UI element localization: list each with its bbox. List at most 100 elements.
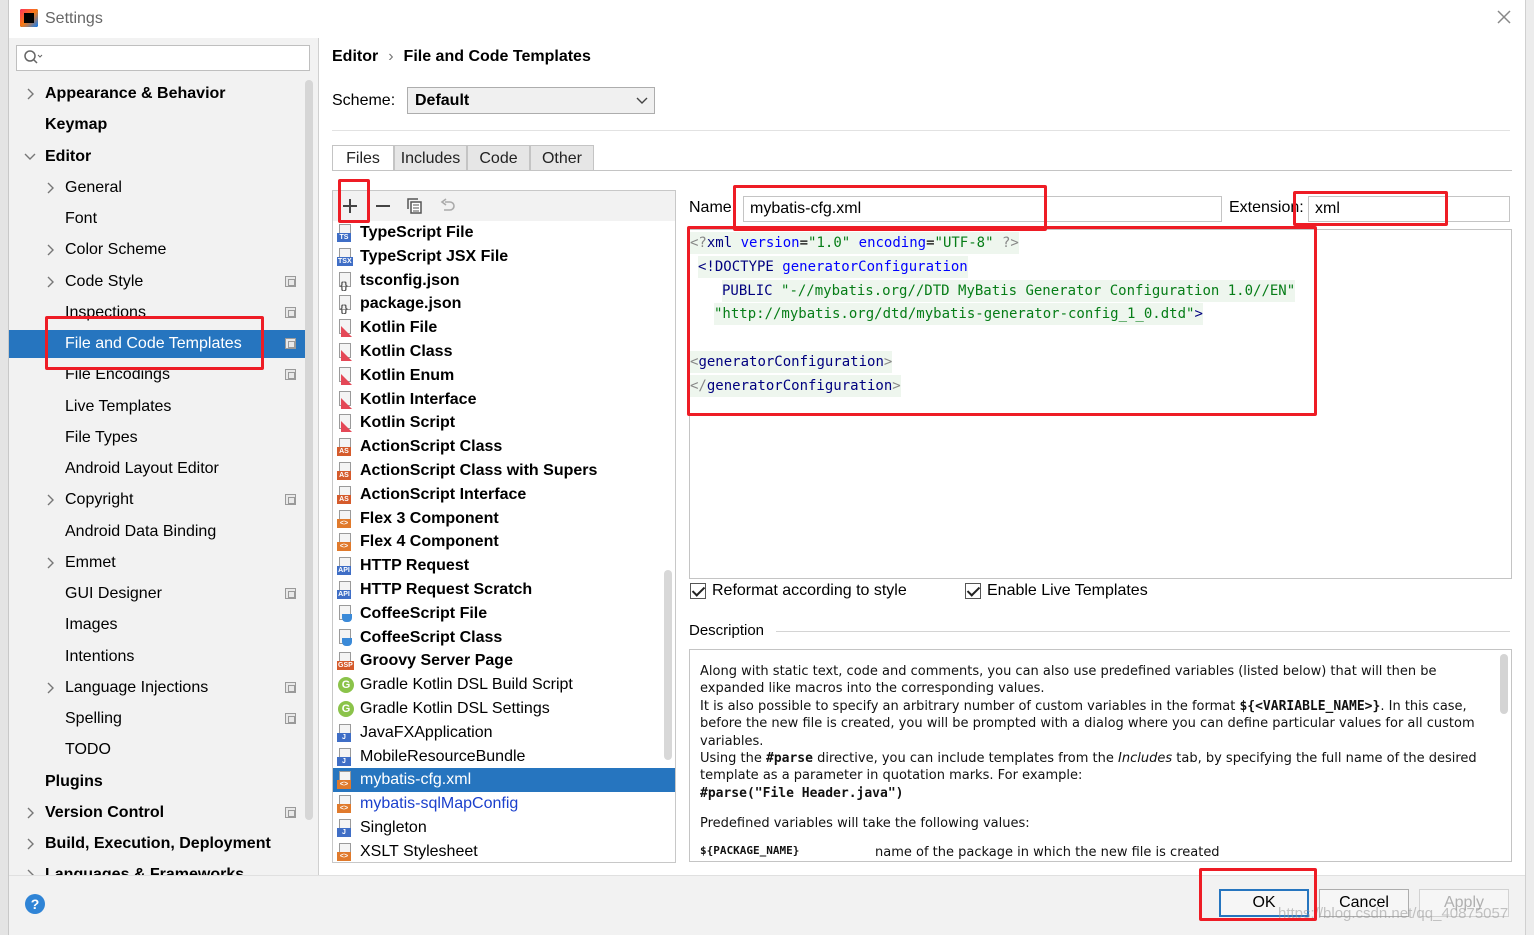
sidebar-item-language-injections[interactable]: Language Injections xyxy=(9,674,309,702)
sidebar-item-build-execution-deployment[interactable]: Build, Execution, Deployment xyxy=(9,830,309,858)
java-file-icon: J xyxy=(337,819,354,837)
sidebar-item-keymap[interactable]: Keymap xyxy=(9,111,309,139)
sidebar-item-intentions[interactable]: Intentions xyxy=(9,643,309,671)
sidebar-item-languages-frameworks[interactable]: Languages & Frameworks xyxy=(9,861,309,875)
template-list-scrollbar[interactable] xyxy=(664,570,672,760)
template-item[interactable]: AS ActionScript Class with Supers xyxy=(333,459,675,483)
project-level-icon xyxy=(285,681,296,693)
description-panel: Along with static text, code and comment… xyxy=(689,649,1512,862)
template-item[interactable]: <> XSLT Stylesheet xyxy=(333,840,675,862)
sidebar-item-label: Intentions xyxy=(65,647,135,665)
sidebar-item-spelling[interactable]: Spelling xyxy=(9,705,309,733)
template-item[interactable]: J MobileResourceBundle xyxy=(333,745,675,769)
template-item[interactable]: AS ActionScript Interface xyxy=(333,483,675,507)
template-item[interactable]: G Gradle Kotlin DSL Build Script xyxy=(333,673,675,697)
project-level-icon xyxy=(285,306,296,318)
sidebar-scrollbar[interactable] xyxy=(305,80,313,820)
sidebar-item-font[interactable]: Font xyxy=(9,205,309,233)
live-templates-label[interactable]: Enable Live Templates xyxy=(987,582,1148,600)
reset-template-button[interactable] xyxy=(437,195,459,217)
tab-includes[interactable]: Includes xyxy=(394,145,467,171)
template-item[interactable]: {} tsconfig.json xyxy=(333,269,675,293)
remove-template-button[interactable] xyxy=(372,195,394,217)
template-item[interactable]: Kotlin Interface xyxy=(333,388,675,412)
project-level-icon xyxy=(285,338,296,349)
template-item-label: tsconfig.json xyxy=(360,271,460,289)
description-paragraph: It is also possible to specify an arbitr… xyxy=(700,699,1475,749)
template-item[interactable]: API HTTP Request Scratch xyxy=(333,578,675,602)
template-item-label: Kotlin File xyxy=(360,319,438,337)
template-item[interactable]: J Singleton xyxy=(333,816,675,840)
template-item[interactable]: CoffeeScript File xyxy=(333,602,675,626)
tab-other[interactable]: Other xyxy=(530,145,594,171)
template-item-label: Flex 3 Component xyxy=(360,509,499,527)
annotation-box-code xyxy=(687,226,1317,416)
template-item[interactable]: Kotlin File xyxy=(333,316,675,340)
description-scrollbar[interactable] xyxy=(1500,654,1508,714)
template-item[interactable]: <> Flex 4 Component xyxy=(333,530,675,554)
project-level-icon xyxy=(285,713,296,724)
template-item-label: CoffeeScript File xyxy=(360,604,488,622)
help-button[interactable]: ? xyxy=(25,894,45,914)
scheme-dropdown[interactable]: Default xyxy=(407,87,655,114)
sidebar-item-gui-designer[interactable]: GUI Designer xyxy=(9,580,309,608)
sidebar-item-plugins[interactable]: Plugins xyxy=(9,768,309,796)
reformat-label[interactable]: Reformat according to style xyxy=(712,582,907,600)
chevron-right-icon[interactable] xyxy=(23,861,37,875)
sidebar-item-copyright[interactable]: Copyright xyxy=(9,486,309,514)
template-item[interactable]: G Gradle Kotlin DSL Settings xyxy=(333,697,675,721)
sidebar-item-android-layout-editor[interactable]: Android Layout Editor xyxy=(9,455,309,483)
sidebar-item-label: Android Layout Editor xyxy=(65,460,219,477)
template-item-label: Kotlin Class xyxy=(360,343,453,360)
coffee-file-icon xyxy=(337,604,354,623)
template-item[interactable]: Kotlin Enum xyxy=(333,364,675,388)
sidebar-item-color-scheme[interactable]: Color Scheme xyxy=(9,236,309,264)
sidebar-item-emmet[interactable]: Emmet xyxy=(9,549,309,577)
template-item[interactable]: {} package.json xyxy=(333,292,675,316)
tab-files[interactable]: Files xyxy=(332,145,394,171)
template-item[interactable]: Kotlin Class xyxy=(333,340,675,364)
template-item-label: Flex 4 Component xyxy=(360,533,499,551)
sidebar-item-appearance-behavior[interactable]: Appearance & Behavior xyxy=(9,80,309,108)
kotlin-file-icon xyxy=(337,366,354,385)
template-item[interactable]: <> mybatis-sqlMapConfig xyxy=(333,792,675,816)
template-item[interactable]: <> Flex 3 Component xyxy=(333,507,675,531)
template-item[interactable]: TS TypeScript File xyxy=(333,221,675,245)
close-icon xyxy=(1497,10,1511,24)
reformat-checkbox[interactable] xyxy=(690,583,706,599)
template-item-label: JavaFXApplication xyxy=(360,723,493,741)
template-item-label: ActionScript Class xyxy=(360,438,503,456)
xml-file-icon: <> xyxy=(337,533,354,552)
close-window-button[interactable] xyxy=(1493,8,1515,30)
template-item[interactable]: AS ActionScript Class xyxy=(333,435,675,459)
sidebar-item-android-data-binding[interactable]: Android Data Binding xyxy=(9,518,309,546)
sidebar-item-general[interactable]: General xyxy=(9,174,309,202)
sidebar-item-code-style[interactable]: Code Style xyxy=(9,268,309,296)
api-file-icon: API xyxy=(337,557,354,576)
name-label: Name: xyxy=(689,199,737,216)
sidebar-item-label: TODO xyxy=(65,741,111,759)
sidebar-item-live-templates[interactable]: Live Templates xyxy=(9,393,309,421)
live-templates-checkbox[interactable] xyxy=(965,583,981,599)
scheme-label: Scheme: xyxy=(332,92,396,109)
background-window-edge-left xyxy=(0,0,9,935)
breadcrumb-editor[interactable]: Editor xyxy=(332,48,378,65)
sidebar-item-label: GUI Designer xyxy=(65,585,162,602)
template-item[interactable]: API HTTP Request xyxy=(333,554,675,578)
copy-template-button[interactable] xyxy=(404,195,426,217)
template-item[interactable]: J JavaFXApplication xyxy=(333,721,675,745)
template-item[interactable]: CoffeeScript Class xyxy=(333,626,675,650)
sidebar-item-editor[interactable]: Editor xyxy=(9,143,309,171)
sidebar-item-images[interactable]: Images xyxy=(9,611,309,639)
sidebar-item-version-control[interactable]: Version Control xyxy=(9,799,309,827)
sidebar-item-label: Version Control xyxy=(45,803,165,821)
sidebar-item-todo[interactable]: TODO xyxy=(9,736,309,764)
sidebar-item-file-types[interactable]: File Types xyxy=(9,424,309,452)
tab-code[interactable]: Code xyxy=(467,145,530,171)
template-item[interactable]: GSP Groovy Server Page xyxy=(333,649,675,673)
template-item[interactable]: TSX TypeScript JSX File xyxy=(333,245,675,269)
settings-search-input[interactable] xyxy=(16,45,310,71)
coffee-file-icon xyxy=(337,628,354,647)
template-item[interactable]: Kotlin Script xyxy=(333,411,675,435)
template-item[interactable]: <> mybatis-cfg.xml xyxy=(333,768,675,793)
